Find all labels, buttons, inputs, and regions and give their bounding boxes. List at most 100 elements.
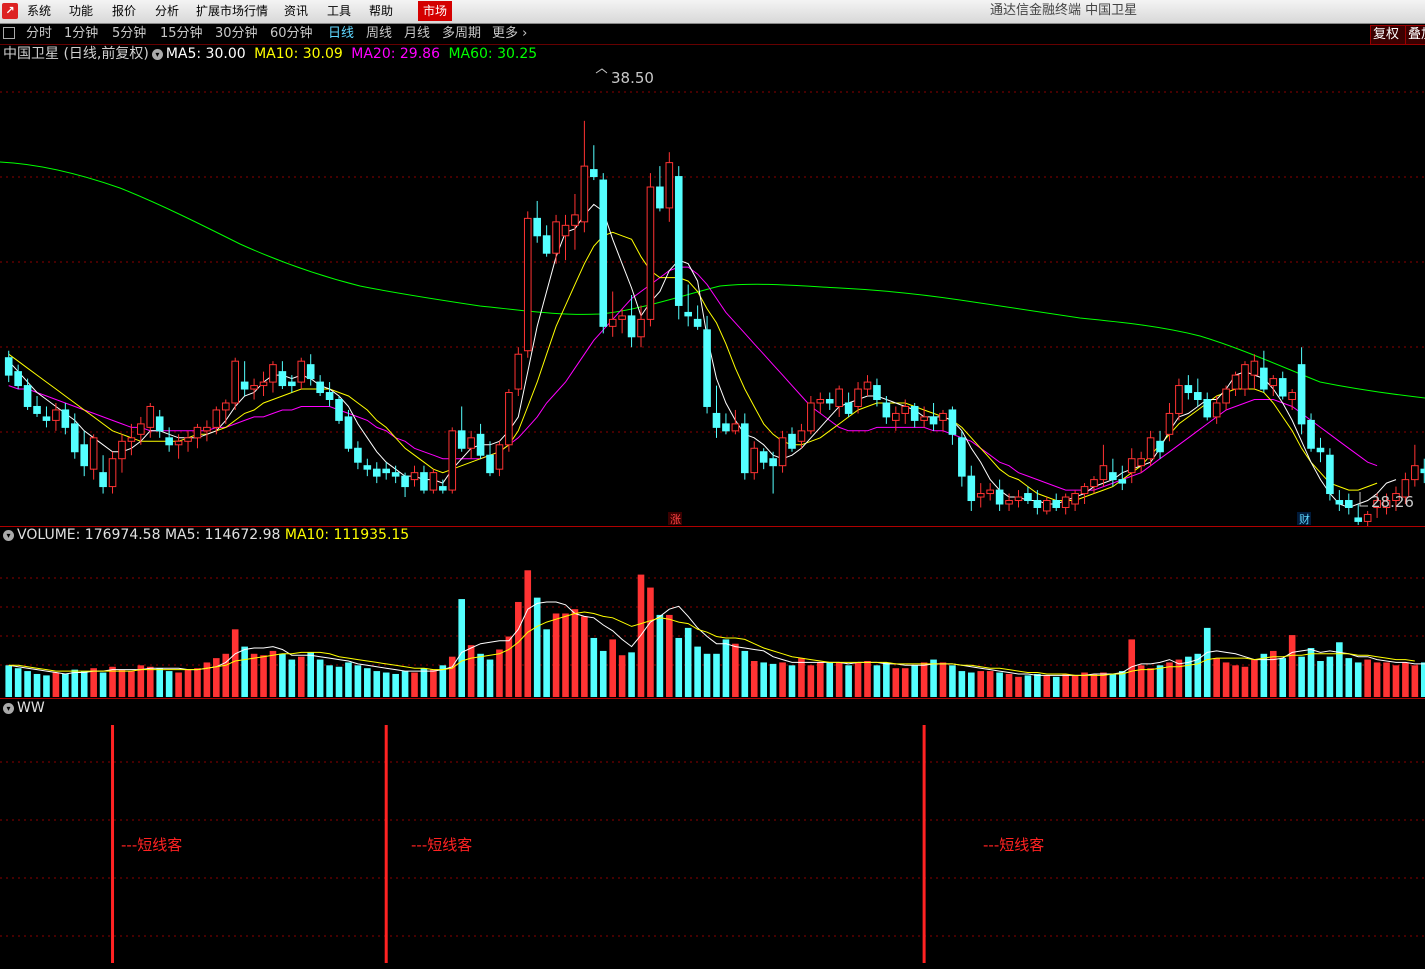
ma20-label: MA20: 29.86	[351, 46, 440, 62]
candle	[108, 451, 117, 494]
candle-body	[42, 416, 51, 421]
candle-body	[646, 186, 655, 320]
candle-body	[797, 430, 806, 442]
volume-menu-icon[interactable]: ▾	[3, 530, 14, 541]
menu-system[interactable]: 系统	[27, 3, 51, 19]
candle-body	[552, 221, 560, 254]
candle	[788, 427, 796, 452]
panel-toggle-icon[interactable]	[3, 27, 15, 39]
menu-help[interactable]: 帮助	[369, 3, 393, 19]
tab-multi-period[interactable]: 多周期	[442, 26, 481, 42]
tab-5min[interactable]: 5分钟	[112, 26, 146, 42]
ww-menu-icon[interactable]: ▾	[3, 703, 14, 714]
price-chart[interactable]: 38.50 28.26 涨 财	[0, 64, 1425, 526]
candle-body	[155, 416, 164, 432]
volume-bar	[609, 639, 616, 697]
adjust-button[interactable]: 复权	[1370, 25, 1408, 45]
candle	[420, 465, 428, 494]
candle-body	[523, 217, 532, 352]
volume-bar	[1100, 672, 1107, 697]
menu-quote[interactable]: 报价	[112, 3, 136, 19]
candle	[1175, 378, 1183, 421]
candle-body	[1071, 493, 1079, 505]
candle	[401, 472, 409, 498]
candle-body	[89, 437, 98, 470]
volume-bar	[1081, 672, 1088, 697]
volume-bars[interactable]	[5, 570, 1425, 697]
volume-bar	[279, 653, 286, 697]
candle	[552, 214, 560, 264]
candle-body	[391, 472, 400, 477]
ma-lines	[8, 203, 1397, 509]
volume-bar	[854, 662, 862, 697]
candle-body	[1099, 465, 1108, 481]
candle-body	[769, 458, 777, 467]
candle-body	[741, 423, 749, 474]
menu-news[interactable]: 资讯	[284, 3, 308, 19]
volume-bar	[920, 662, 928, 697]
candle	[1024, 486, 1032, 504]
candle-body	[127, 437, 136, 442]
ww-signal-label-1: ---短线客	[121, 836, 183, 854]
candle	[391, 465, 400, 484]
tab-30min[interactable]: 30分钟	[215, 26, 258, 42]
candle	[495, 441, 504, 477]
volume-bar	[581, 616, 588, 697]
candle-body	[967, 475, 976, 502]
volume-bar	[1383, 662, 1390, 697]
volume-bar	[817, 662, 824, 697]
candle	[325, 382, 334, 407]
candle-body	[1042, 500, 1051, 512]
volume-bar	[1279, 658, 1287, 697]
volume-bar	[967, 672, 975, 697]
candle	[722, 413, 730, 435]
candle	[448, 427, 457, 494]
ww-indicator-chart[interactable]	[0, 718, 1425, 969]
finance-marker[interactable]: 财	[1297, 512, 1311, 526]
candle	[269, 361, 277, 393]
menu-market[interactable]: 市场	[418, 1, 453, 21]
candle	[1411, 444, 1419, 487]
candle-body	[146, 405, 155, 428]
menu-tools[interactable]: 工具	[327, 3, 351, 19]
candlesticks[interactable]	[4, 120, 1425, 526]
candle-body	[1250, 360, 1259, 376]
volume-bar	[33, 673, 41, 697]
overlay-button[interactable]: 叠加	[1405, 25, 1425, 45]
tab-daily[interactable]: 日线	[328, 26, 354, 42]
volume-bar	[656, 614, 664, 697]
candle	[344, 409, 353, 452]
ma-line	[8, 266, 1378, 491]
volume-bar	[599, 650, 607, 697]
tab-intraday[interactable]: 分时	[26, 26, 52, 42]
candle-body	[618, 315, 626, 320]
tab-monthly[interactable]: 月线	[404, 26, 430, 42]
candle-body	[240, 381, 249, 390]
tab-more[interactable]: 更多 ›	[492, 26, 527, 42]
tab-15min[interactable]: 15分钟	[160, 26, 203, 42]
tab-weekly[interactable]: 周线	[366, 26, 392, 42]
candle-body	[221, 402, 230, 411]
finance-text: 财	[1299, 512, 1310, 526]
tab-1min[interactable]: 1分钟	[64, 26, 98, 42]
menu-analysis[interactable]: 分析	[155, 3, 179, 19]
app-logo-icon[interactable]: ↗	[2, 3, 18, 19]
volume-bar	[1298, 656, 1305, 697]
menu-extended-market[interactable]: 扩展市场行情	[196, 3, 268, 19]
candle	[1090, 476, 1098, 494]
volume-bar	[364, 668, 371, 697]
volume-bar	[958, 671, 966, 697]
candle-body	[108, 458, 117, 488]
volume-bar	[1071, 675, 1079, 697]
volume-chart[interactable]	[0, 545, 1425, 698]
app-title: 通达信金融终端 中国卫星	[990, 3, 1138, 18]
candle-body	[1052, 500, 1061, 508]
tab-60min[interactable]: 60分钟	[270, 26, 313, 42]
candle-body	[382, 468, 391, 474]
menu-function[interactable]: 功能	[69, 3, 93, 19]
candle-body	[420, 472, 428, 491]
limit-up-marker[interactable]: 涨	[668, 512, 682, 526]
candle-body	[297, 360, 306, 383]
volume-bar	[1345, 658, 1353, 697]
price-menu-icon[interactable]: ▾	[151, 49, 163, 60]
